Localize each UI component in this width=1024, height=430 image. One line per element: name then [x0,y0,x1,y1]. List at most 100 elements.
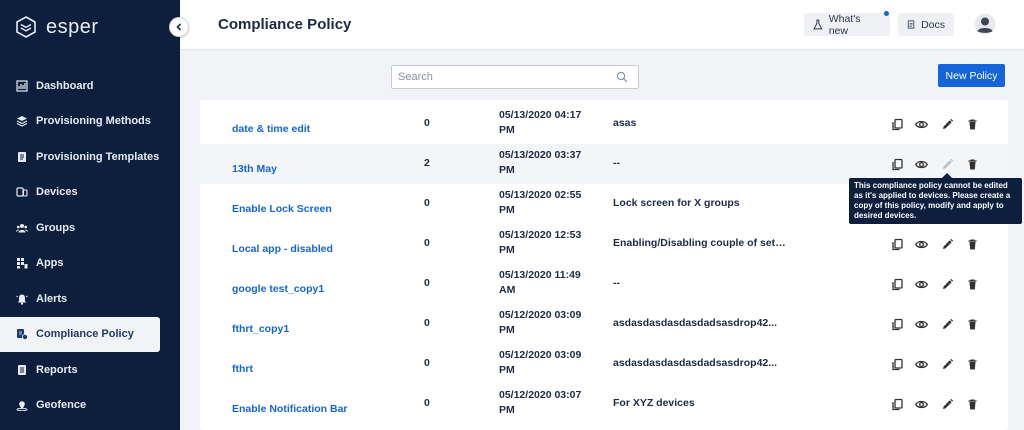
copy-icon [891,238,903,250]
table-row[interactable]: google test_copy1 0 05/13/2020 11:49 AM -- [200,264,1008,304]
sidebar-item-apps[interactable]: Apps [0,246,180,282]
apps-icon [16,257,28,269]
copy-policy-button[interactable] [890,157,904,171]
view-policy-button[interactable] [914,357,928,371]
document-icon [907,20,915,29]
device-count: 0 [424,117,430,129]
brand[interactable]: esper [14,14,99,40]
devices-icon [16,186,28,198]
pencil-icon [942,318,953,329]
policy-name-link[interactable]: Enable Lock Screen [232,203,332,215]
page-title: Compliance Policy [218,16,352,33]
sidebar-item-dashboard[interactable]: Dashboard [0,68,180,104]
trash-icon [968,359,976,369]
policy-table: date & time edit 0 05/13/2020 04:17 PM asas… [200,100,1008,430]
whats-new-label: What's new [828,12,861,37]
table-row[interactable]: Enable Notification Bar 0 05/12/2020 03:07… [200,384,1008,424]
created-date: 05/13/2020 02:55 PM [499,189,582,216]
policy-name-link[interactable]: Enable Notification Bar [232,403,348,415]
delete-policy-button[interactable] [965,397,979,411]
edit-policy-button[interactable] [940,397,954,411]
pencil-icon [942,358,953,369]
sidebar-item-devices[interactable]: Devices [0,175,180,211]
flask-icon [813,19,823,30]
sidebar-item-label: Provisioning Methods [36,115,151,128]
reports-icon [16,364,28,376]
policy-name-link[interactable]: fthrt [232,363,253,375]
new-policy-button[interactable]: New Policy [938,64,1005,87]
copy-policy-button[interactable] [890,117,904,131]
eye-icon [914,400,928,408]
collapse-sidebar-button[interactable] [169,17,189,37]
copy-icon [891,398,903,410]
device-count: 0 [424,197,430,209]
table-row[interactable]: Local app - disabled 0 05/13/2020 12:53 PM… [200,224,1008,264]
policy-name-link[interactable]: fthrt_copy1 [232,323,289,335]
docs-button[interactable]: Docs [898,13,954,36]
copy-policy-button[interactable] [890,317,904,331]
edit-policy-button[interactable] [940,357,954,371]
policy-name-link[interactable]: Local app - disabled [232,243,333,255]
edit-policy-button[interactable] [940,277,954,291]
device-count: 0 [424,277,430,289]
delete-policy-button[interactable] [965,157,979,171]
sidebar-item-provisioning-methods[interactable]: Provisioning Methods [0,104,180,140]
sidebar-item-reports[interactable]: Reports [0,352,180,388]
delete-policy-button[interactable] [965,117,979,131]
policy-description: -- [613,277,620,289]
whats-new-button[interactable]: What's new [804,12,890,37]
copy-policy-button[interactable] [890,237,904,251]
created-date: 05/12/2020 03:07 PM [499,389,582,416]
view-policy-button[interactable] [914,277,928,291]
policy-name-link[interactable]: date & time edit [232,123,310,135]
edit-policy-button[interactable] [940,237,954,251]
delete-policy-button[interactable] [965,237,979,251]
copy-icon [891,318,903,330]
table-row[interactable]: date & time edit 0 05/13/2020 04:17 PM asas [200,104,1008,144]
copy-policy-button[interactable] [890,397,904,411]
sidebar-item-label: Geofence [36,399,87,412]
search-input[interactable] [391,65,639,89]
sidebar-item-groups[interactable]: Groups [0,210,180,246]
sidebar-item-provisioning-templates[interactable]: Provisioning Templates [0,139,180,175]
copy-policy-button[interactable] [890,277,904,291]
created-date: 05/13/2020 03:37 PM [499,149,582,176]
created-date: 05/12/2020 03:09 PM [499,309,582,336]
trash-icon [968,119,976,129]
layers-icon [16,115,28,127]
edit-policy-button[interactable] [940,317,954,331]
delete-policy-button[interactable] [965,277,979,291]
view-policy-button[interactable] [914,117,928,131]
notification-dot [884,11,889,16]
policy-description: asdasdasdasdasdadsasdrop42... [613,357,777,369]
policy-name-link[interactable]: 13th May [232,163,277,175]
pencil-icon [942,238,953,249]
trash-icon [968,319,976,329]
sidebar-item-compliance-policy[interactable]: Compliance Policy [0,316,160,352]
table-row[interactable]: fthrt 0 05/12/2020 03:09 PM asdasdasdasdasd… [200,344,1008,384]
user-avatar-icon[interactable] [974,13,996,35]
policy-description: For XYZ devices [613,397,695,409]
delete-policy-button[interactable] [965,317,979,331]
edit-policy-button[interactable] [940,117,954,131]
view-policy-button[interactable] [914,397,928,411]
view-policy-button[interactable] [914,237,928,251]
sidebar-item-alerts[interactable]: Alerts [0,281,180,317]
policy-description: asdasdasdasdasdadsasdrop42... [613,317,777,329]
created-date: 05/13/2020 04:17 PM [499,109,582,136]
view-policy-button[interactable] [914,157,928,171]
delete-policy-button[interactable] [965,357,979,371]
created-date: 05/13/2020 11:49 AM [499,269,581,296]
created-date: 05/13/2020 12:53 PM [499,229,582,256]
pencil-icon [942,118,953,129]
edit-policy-button [940,157,954,171]
sidebar-item-label: Provisioning Templates [36,150,160,163]
copy-policy-button[interactable] [890,357,904,371]
sidebar-item-label: Compliance Policy [36,328,134,341]
copy-icon [891,118,903,130]
view-policy-button[interactable] [914,317,928,331]
trash-icon [968,279,976,289]
policy-name-link[interactable]: google test_copy1 [232,283,324,295]
table-row[interactable]: fthrt_copy1 0 05/12/2020 03:09 PM asdasdasd… [200,304,1008,344]
sidebar-item-geofence[interactable]: Geofence [0,388,180,424]
